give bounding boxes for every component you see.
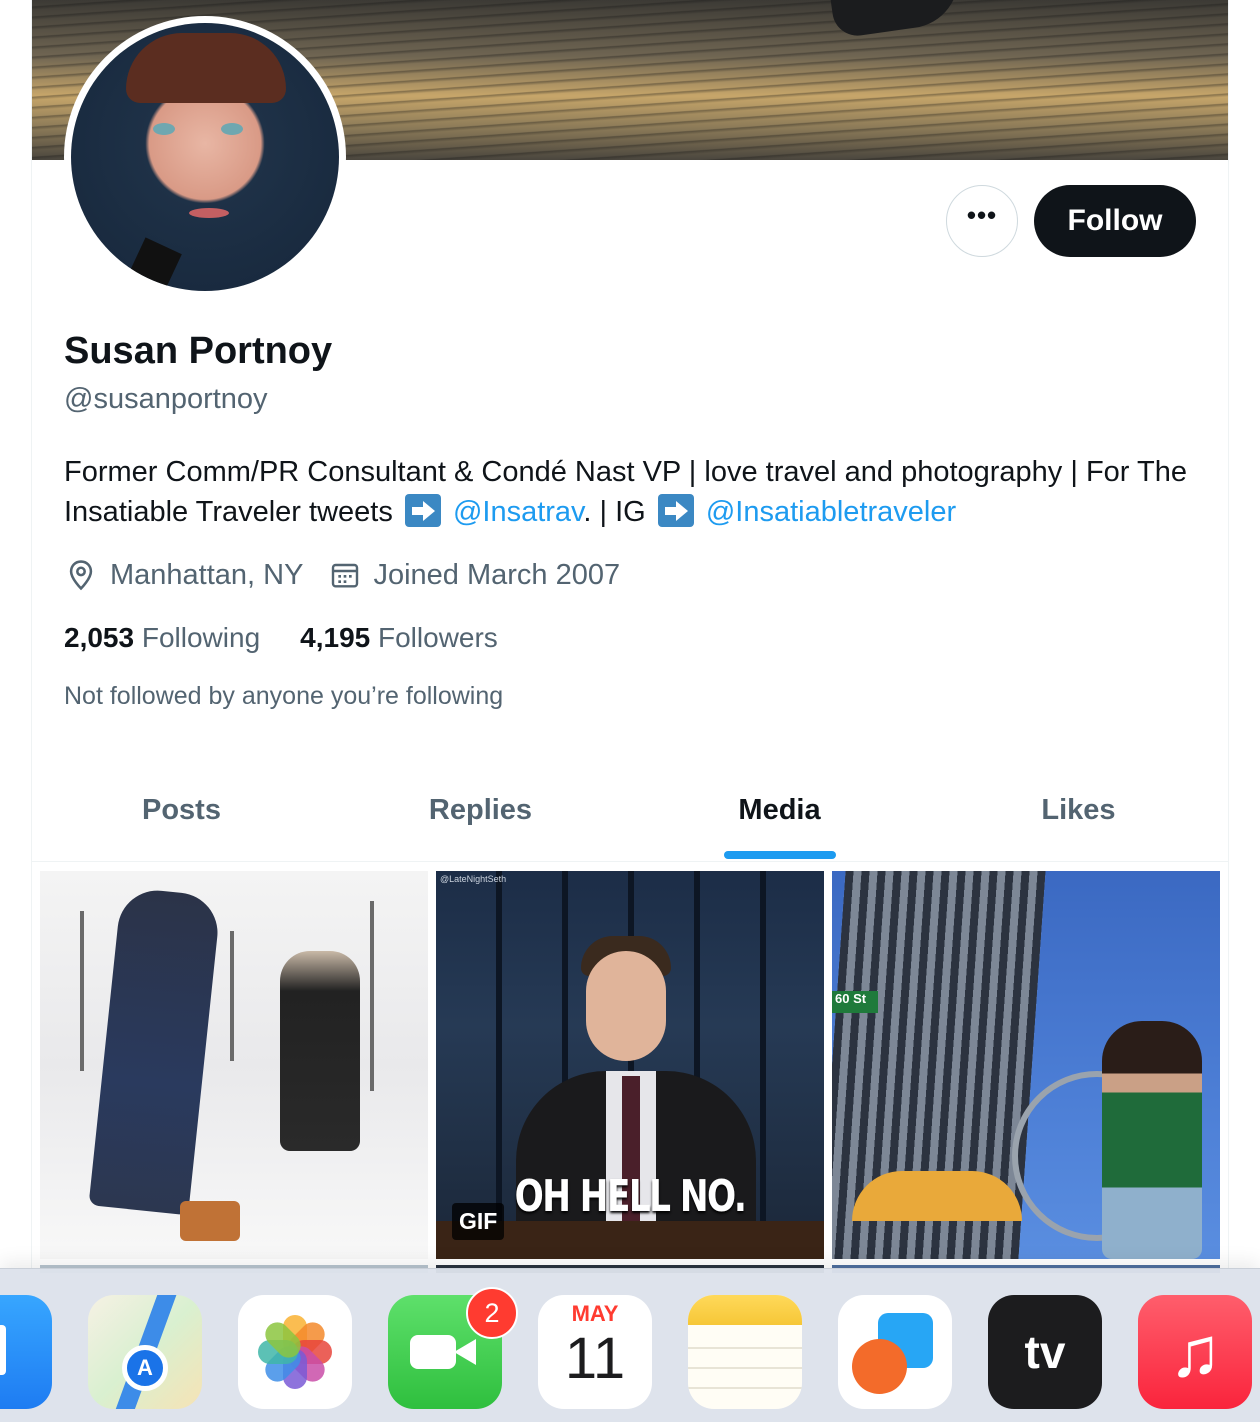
calendar-app-icon[interactable]: MAY 11 bbox=[538, 1295, 652, 1409]
tab-label: Replies bbox=[428, 794, 533, 826]
calendar-day: 11 bbox=[564, 1326, 626, 1391]
media-tile-snow-walkers[interactable] bbox=[40, 871, 428, 1259]
calendar-icon bbox=[332, 563, 359, 588]
profile-bio: Former Comm/PR Consultant & Condé Nast V… bbox=[64, 452, 1204, 532]
right-arrow-icon bbox=[657, 494, 694, 527]
tab-likes[interactable]: Likes bbox=[929, 760, 1228, 861]
avatar[interactable] bbox=[64, 16, 346, 298]
follow-button[interactable]: Follow bbox=[1034, 185, 1196, 257]
profile-handle: @susanportnoy bbox=[64, 383, 268, 415]
calendar-month: MAY bbox=[571, 1301, 619, 1326]
tab-label: Likes bbox=[1041, 794, 1116, 826]
macos-dock: A MAY 11 tv ♫ bbox=[0, 1268, 1260, 1422]
tab-replies[interactable]: Replies bbox=[331, 760, 630, 861]
followers-count: 4,195 bbox=[300, 622, 371, 653]
tab-label: Media bbox=[738, 794, 821, 826]
media-tile-gif[interactable]: @LateNightSeth OH HELL NO. GIF bbox=[436, 871, 824, 1259]
location-text: Manhattan, NY bbox=[110, 558, 304, 591]
facetime-notification-badge: 2 bbox=[466, 1287, 518, 1339]
photos-app-icon[interactable] bbox=[238, 1295, 352, 1409]
gif-badge: GIF bbox=[452, 1203, 505, 1240]
profile-tabs: Posts Replies Media Likes bbox=[32, 760, 1228, 862]
tv-label: tv bbox=[1024, 1326, 1066, 1378]
gif-caption: OH HELL NO. bbox=[514, 1171, 747, 1222]
joined-text: Joined March 2007 bbox=[373, 558, 621, 591]
music-note-icon: ♫ bbox=[1168, 1313, 1222, 1391]
location-pin-icon bbox=[69, 560, 93, 591]
profile-meta: Manhattan, NY Joined March 2007 bbox=[64, 558, 646, 592]
right-arrow-icon bbox=[404, 494, 441, 527]
freeform-app-icon[interactable] bbox=[838, 1295, 952, 1409]
maps-app-icon[interactable]: A bbox=[88, 1295, 202, 1409]
bio-link-insatrav[interactable]: @Insatrav bbox=[453, 496, 583, 528]
follow-stats: 2,053 Following 4,195 Followers bbox=[64, 622, 538, 654]
following-count: 2,053 bbox=[64, 622, 135, 653]
media-tile-columbus-circle[interactable]: 60 St bbox=[832, 871, 1220, 1259]
followers-link[interactable]: 4,195 Followers bbox=[300, 622, 498, 654]
apple-tv-app-icon[interactable]: tv bbox=[988, 1295, 1102, 1409]
whale-tail-shape bbox=[829, 0, 965, 39]
followers-label: Followers bbox=[378, 622, 498, 653]
tab-media[interactable]: Media bbox=[630, 760, 929, 861]
maps-arrow: A bbox=[122, 1345, 168, 1391]
gif-watermark: @LateNightSeth bbox=[440, 874, 507, 884]
tab-posts[interactable]: Posts bbox=[32, 760, 331, 861]
following-link[interactable]: 2,053 Following bbox=[64, 622, 260, 654]
bio-text-2: . | IG bbox=[583, 496, 654, 528]
profile-name: Susan Portnoy bbox=[64, 330, 333, 372]
notes-app-icon[interactable] bbox=[688, 1295, 802, 1409]
music-app-icon[interactable]: ♫ bbox=[1138, 1295, 1252, 1409]
active-tab-indicator bbox=[723, 851, 836, 859]
more-options-button[interactable]: ••• bbox=[946, 185, 1018, 257]
mail-app-icon[interactable] bbox=[0, 1295, 52, 1409]
tab-label: Posts bbox=[142, 794, 221, 826]
avatar-photo bbox=[71, 23, 339, 291]
following-label: Following bbox=[141, 622, 261, 653]
street-sign: 60 St bbox=[832, 991, 878, 1013]
bio-link-insatiabletraveler[interactable]: @Insatiabletraveler bbox=[706, 496, 956, 528]
not-followed-note: Not followed by anyone you’re following bbox=[64, 682, 504, 710]
